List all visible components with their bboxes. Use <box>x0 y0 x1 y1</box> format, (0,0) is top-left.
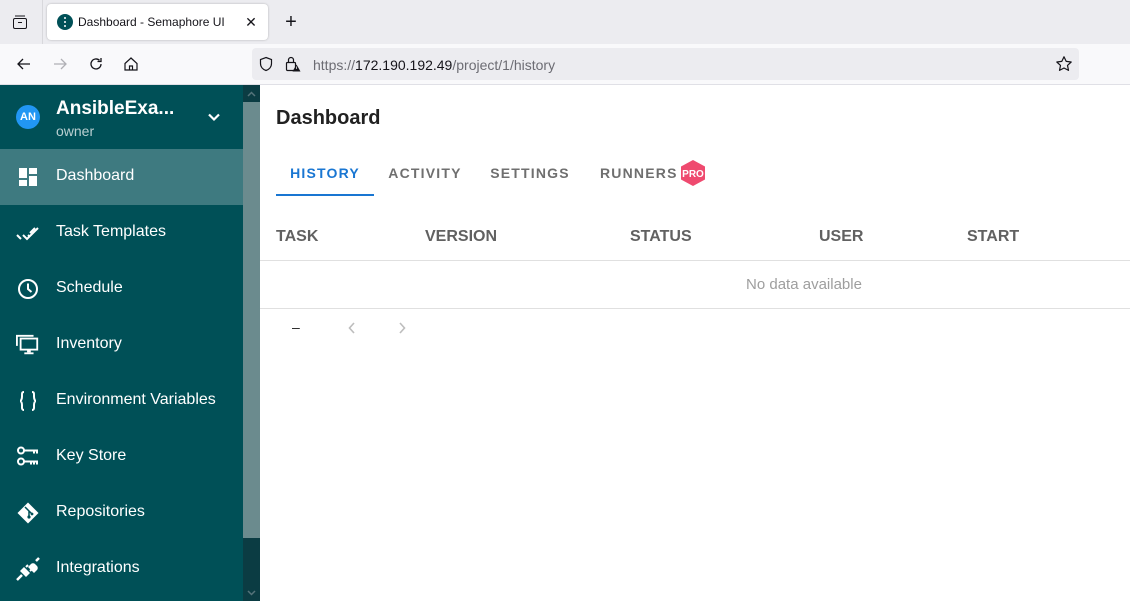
arrow-right-icon <box>54 58 67 70</box>
browser-nav-bar: https://172.190.192.49/project/1/history <box>0 44 1130 85</box>
sidebar-item-label: Dashboard <box>56 167 135 184</box>
semaphore-favicon-icon <box>57 14 73 30</box>
url-bar[interactable]: https://172.190.192.49/project/1/history <box>252 48 1079 80</box>
chevron-down-icon[interactable] <box>204 107 224 127</box>
scroll-up-arrow-icon[interactable] <box>243 85 260 102</box>
new-tab-button[interactable]: + <box>280 10 302 34</box>
sidebar-item-dashboard[interactable]: Dashboard <box>0 149 243 205</box>
browser-tab-active[interactable]: Dashboard - Semaphore UI ✕ <box>47 4 268 40</box>
column-header-user[interactable]: USER <box>819 228 863 246</box>
git-icon <box>16 501 40 525</box>
tracking-shield-icon[interactable] <box>258 56 274 72</box>
tab-activity[interactable]: ACTIVITY <box>374 149 476 197</box>
table-header: TASK VERSION STATUS USER START <box>260 213 1130 261</box>
url-path: /project/1/history <box>452 57 556 73</box>
scroll-down-arrow-icon[interactable] <box>243 584 260 601</box>
tab-title: Dashboard - Semaphore UI <box>78 15 225 29</box>
code-braces-icon <box>16 389 40 413</box>
tab-list-button[interactable] <box>8 10 32 34</box>
tab-settings[interactable]: SETTINGS <box>476 149 584 197</box>
empty-text: No data available <box>746 276 862 293</box>
home-button[interactable] <box>119 52 143 76</box>
reload-button[interactable] <box>84 52 108 76</box>
pro-badge-text: PRO <box>682 169 704 180</box>
project-name: AnsibleExa... <box>56 98 175 119</box>
clock-icon <box>16 277 40 301</box>
view-dashboard-icon <box>16 165 40 189</box>
sidebar-item-label: Environment Variables <box>56 391 216 408</box>
key-change-icon <box>16 445 40 469</box>
table-pagination: – <box>260 310 1130 346</box>
tab-runners-label: RUNNERS <box>600 165 678 181</box>
previous-page-button[interactable] <box>342 318 362 338</box>
sidebar-item-schedule[interactable]: Schedule <box>0 261 243 317</box>
column-header-start[interactable]: START <box>967 228 1019 246</box>
tab-history[interactable]: HISTORY <box>276 149 374 197</box>
back-button[interactable] <box>12 52 36 76</box>
insecure-lock-icon[interactable] <box>284 55 302 73</box>
chevron-left-icon <box>348 322 355 334</box>
column-header-task[interactable]: TASK <box>276 228 318 246</box>
column-header-version[interactable]: VERSION <box>425 228 497 246</box>
sidebar-item-label: Task Templates <box>56 223 166 240</box>
sidebar-item-label: Schedule <box>56 279 123 296</box>
active-tab-indicator <box>276 194 374 196</box>
next-page-button[interactable] <box>392 318 412 338</box>
tab-separator <box>42 0 43 44</box>
sidebar-scrollbar[interactable] <box>243 85 260 601</box>
close-tab-icon[interactable]: ✕ <box>241 12 261 32</box>
sidebar-item-label: Repositories <box>56 503 145 520</box>
sidebar: AN AnsibleExa... owner Dashboard Task Te… <box>0 85 243 601</box>
browser-tab-bar: Dashboard - Semaphore UI ✕ + <box>0 0 1130 44</box>
url-text[interactable]: https://172.190.192.49/project/1/history <box>313 57 555 73</box>
url-host: 172.190.192.49 <box>355 57 453 73</box>
bookmark-star-icon[interactable] <box>1055 55 1073 73</box>
sidebar-item-inventory[interactable]: Inventory <box>0 317 243 373</box>
project-avatar: AN <box>16 105 40 129</box>
sidebar-item-repositories[interactable]: Repositories <box>0 485 243 541</box>
connection-icon <box>16 557 40 581</box>
check-all-icon <box>16 221 40 245</box>
sidebar-item-label: Inventory <box>56 335 122 352</box>
url-scheme: https:// <box>313 57 356 73</box>
sidebar-item-label: Integrations <box>56 559 140 576</box>
home-icon <box>124 57 138 71</box>
monitor-multiple-icon <box>16 333 40 357</box>
forward-button[interactable] <box>48 52 72 76</box>
page-title: Dashboard <box>276 107 381 129</box>
sidebar-item-label: Key Store <box>56 447 127 464</box>
sidebar-item-integrations[interactable]: Integrations <box>0 541 243 597</box>
project-switcher[interactable]: AN AnsibleExa... owner <box>0 85 243 149</box>
pagination-range: – <box>292 319 300 335</box>
main-content: Dashboard HISTORY ACTIVITY SETTINGS RUNN… <box>260 85 1130 601</box>
empty-table-message: No data available <box>260 261 1130 309</box>
reload-icon <box>90 58 102 70</box>
sidebar-item-environment-variables[interactable]: Environment Variables <box>0 373 243 429</box>
tab-list-icon <box>13 15 27 29</box>
pro-badge: PRO <box>681 160 705 186</box>
tab-runners[interactable]: RUNNERS <box>584 149 688 197</box>
column-header-status[interactable]: STATUS <box>630 228 692 246</box>
arrow-left-icon <box>17 58 30 70</box>
chevron-right-icon <box>399 322 406 334</box>
project-role: owner <box>56 123 95 139</box>
scrollbar-thumb[interactable] <box>243 102 260 538</box>
sidebar-item-task-templates[interactable]: Task Templates <box>0 205 243 261</box>
sidebar-item-key-store[interactable]: Key Store <box>0 429 243 485</box>
